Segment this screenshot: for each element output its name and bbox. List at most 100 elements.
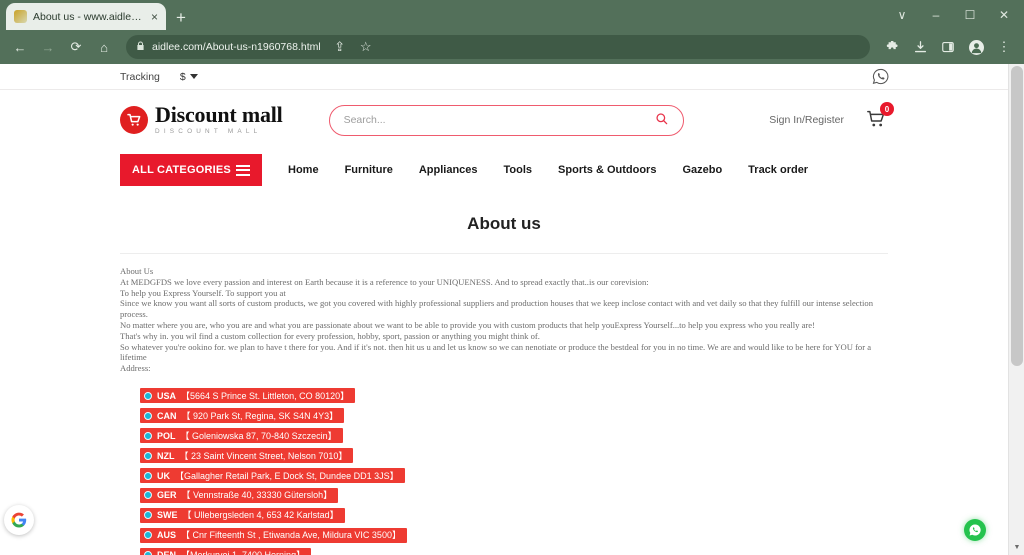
address-can[interactable]: CAN 【 920 Park St, Regina, SK S4N 4Y3】 [140,408,345,424]
extensions-puzzle-icon[interactable] [880,35,904,59]
whatsapp-icon[interactable] [872,68,890,86]
about-text: About Us At MEDGFDS we love every passio… [120,266,888,374]
bookmark-star-icon[interactable]: ☆ [354,35,378,59]
downloads-icon[interactable] [908,35,932,59]
home-icon[interactable]: ⌂ [92,35,116,59]
address-ger[interactable]: GER 【 Vennstraße 40, 33330 Gütersloh】 [140,487,339,503]
address-swe[interactable]: SWE 【 Ullebergsleden 4, 653 42 Karlstad】 [140,507,345,523]
list-item: CAN 【 920 Park St, Regina, SK S4N 4Y3】 [140,407,888,427]
all-categories-button[interactable]: ALL CATEGORIES [120,154,262,186]
site-header: Discount mall DISCOUNT MALL Sign In/Regi… [0,90,1008,150]
list-item: NZL 【 23 Saint Vincent Street, Nelson 701… [140,447,888,467]
address-text: 【 920 Park St, Regina, SK S4N 4Y3】 [181,410,339,421]
browser-menu-icon[interactable]: ⋮ [992,35,1016,59]
whatsapp-float-icon[interactable] [964,519,986,541]
address-list: USA 【5664 S Prince St. Littleton, CO 8012… [120,387,888,555]
bullet-icon [144,491,152,500]
scroll-down-icon[interactable]: ▼ [1009,539,1024,555]
nav-item-furniture[interactable]: Furniture [345,164,393,176]
list-item: DEN 【Merkurvej 1, 7400 Herning】 [140,546,888,555]
web-page: Tracking $ Discount mall DISCOUNT MALL S… [0,64,1008,555]
sign-in-link[interactable]: Sign In/Register [769,114,844,126]
cart-button[interactable]: 0 [866,102,894,132]
address-bar[interactable]: aidlee.com/About-us-n1960768.html ⇪ ☆ [126,35,870,59]
country-code: AUS [157,530,177,541]
address-uk[interactable]: UK 【Gallagher Retail Park, E Dock St, Dun… [140,468,405,484]
bullet-icon [144,471,152,480]
back-icon[interactable]: ← [8,35,32,59]
share-icon[interactable]: ⇪ [328,35,352,59]
bullet-icon [144,431,152,440]
nav-item-tools[interactable]: Tools [504,164,533,176]
logo-text: Discount mall DISCOUNT MALL [155,104,283,135]
divider [120,253,888,254]
nav-links: Home Furniture Appliances Tools Sports &… [288,164,808,176]
list-item: SWE 【 Ullebergsleden 4, 653 42 Karlstad】 [140,506,888,526]
country-code: NZL [157,450,175,461]
list-item: POL 【 Goleniowska 87, 70-840 Szczecin】 [140,427,888,447]
browser-window: About us - www.aidlee.com × + ∨ – ☐ ✕ ← … [0,0,1024,555]
page-title: About us [467,214,541,233]
address-text: 【 Vennstraße 40, 33330 Gütersloh】 [181,490,333,501]
new-tab-button[interactable]: + [176,9,186,26]
header-actions: Sign In/Register 0 [769,102,894,132]
address-den[interactable]: DEN 【Merkurvej 1, 7400 Herning】 [140,547,312,555]
maximize-icon[interactable]: ☐ [954,2,986,28]
google-translate-icon[interactable] [4,505,34,535]
bullet-icon [144,451,152,460]
nav-item-appliances[interactable]: Appliances [419,164,478,176]
reload-icon[interactable]: ⟳ [64,35,88,59]
nav-item-gazebo[interactable]: Gazebo [682,164,722,176]
address-text: 【 Goleniowska 87, 70-840 Szczecin】 [180,430,337,441]
window-close-icon[interactable]: ✕ [988,2,1020,28]
bullet-icon [144,411,152,420]
cart-count-badge: 0 [880,102,894,116]
nav-item-track-order[interactable]: Track order [748,164,808,176]
chevron-down-icon[interactable]: ∨ [886,2,918,28]
country-code: DEN [157,549,176,555]
forward-icon[interactable]: → [36,35,60,59]
page-viewport: Tracking $ Discount mall DISCOUNT MALL S… [0,64,1024,555]
address-text: 【5664 S Prince St. Littleton, CO 80120】 [181,390,350,401]
country-code: CAN [157,410,177,421]
omnibox-actions: ⇪ ☆ [328,35,378,59]
list-item: USA 【5664 S Prince St. Littleton, CO 8012… [140,387,888,407]
nav-item-sports-outdoors[interactable]: Sports & Outdoors [558,164,656,176]
currency-value: $ [179,70,186,83]
chevron-down-icon [189,74,198,79]
tracking-link[interactable]: Tracking [120,71,160,83]
list-item: AUS 【 Cnr Fifteenth St , Etiwanda Ave, Mi… [140,526,888,546]
scrollbar-thumb[interactable] [1011,66,1023,366]
site-logo[interactable]: Discount mall DISCOUNT MALL [120,104,283,135]
list-item: UK 【Gallagher Retail Park, E Dock St, Dun… [140,467,888,487]
search-input[interactable] [343,114,655,126]
close-icon[interactable]: × [151,11,158,23]
search-bar[interactable] [328,104,684,136]
profile-avatar-icon[interactable] [964,35,988,59]
currency-selector[interactable]: $ [180,71,198,83]
lock-icon [136,41,145,53]
address-aus[interactable]: AUS 【 Cnr Fifteenth St , Etiwanda Ave, Mi… [140,527,407,543]
site-favicon-icon [14,10,27,23]
search-icon[interactable] [655,112,669,129]
paragraph: About Us [120,266,154,276]
page-scrollbar[interactable]: ▲ ▼ [1008,64,1024,555]
side-panel-icon[interactable] [936,35,960,59]
address-text: 【 Cnr Fifteenth St , Etiwanda Ave, Mildu… [181,530,401,541]
country-code: SWE [157,510,178,521]
address-nzl[interactable]: NZL 【 23 Saint Vincent Street, Nelson 701… [140,448,354,464]
address-text: 【Gallagher Retail Park, E Dock St, Dunde… [175,470,399,481]
nav-item-home[interactable]: Home [288,164,319,176]
browser-tab[interactable]: About us - www.aidlee.com × [6,3,166,30]
browser-toolbar: ← → ⟳ ⌂ aidlee.com/About-us-n1960768.htm… [0,30,1024,64]
paragraph: To help you Express Yourself. To support… [120,287,286,298]
utility-bar: Tracking $ [0,64,1008,90]
hamburger-icon [236,164,250,176]
window-controls: ∨ – ☐ ✕ [886,0,1020,30]
address-text: 【Merkurvej 1, 7400 Herning】 [181,549,305,555]
address-usa[interactable]: USA 【5664 S Prince St. Littleton, CO 8012… [140,388,356,404]
paragraph: At MEDGFDS we love every passion and int… [120,276,649,287]
address-pol[interactable]: POL 【 Goleniowska 87, 70-840 Szczecin】 [140,428,343,444]
minimize-icon[interactable]: – [920,2,952,28]
country-code: USA [157,390,177,401]
